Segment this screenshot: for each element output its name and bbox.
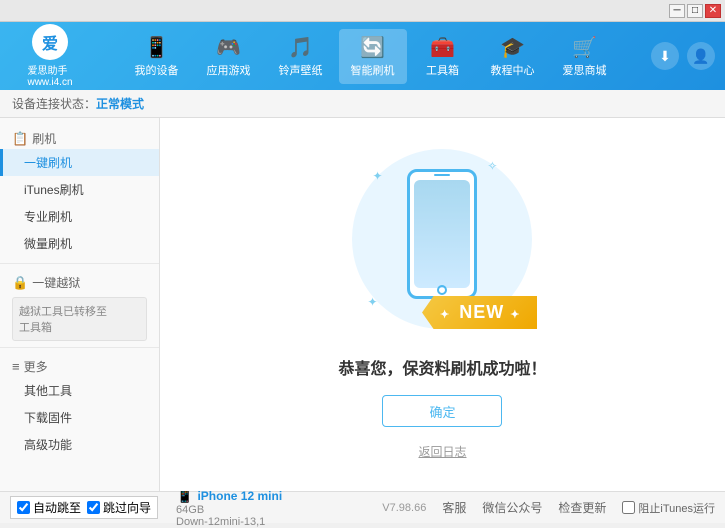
download-button[interactable]: ⬇ [651,42,679,70]
confirm-button[interactable]: 确定 [382,395,502,427]
success-text: 恭喜您，保资料刷机成功啦！ [338,355,546,379]
tutorial-icon: 🎓 [500,35,525,60]
sidebar-item-pro-flash[interactable]: 专业刷机 [0,203,159,230]
title-bar: ─ □ ✕ [0,0,725,22]
bottom-left: 自动跳至 跳过向导 📱 iPhone 12 mini 64GB Down-12m… [10,487,382,528]
flash-section-icon: 📋 [12,131,28,147]
apps-games-icon: 🎮 [216,35,241,60]
logo-text: 爱思助手 www.i4.cn [27,62,72,88]
phone-device [407,169,477,299]
more-section-icon: ≡ [12,359,20,374]
wechat-link[interactable]: 微信公众号 [482,499,542,516]
device-model: Down-12mini-13,1 [176,516,282,528]
content-area: ✦ ✧ ✦ ✧ ✦ NEW ✦ 恭喜您，保资料刷机成功啦 [160,118,725,491]
phone-screen [414,180,470,288]
sidebar-item-download-firmware[interactable]: 下载固件 [0,404,159,431]
nav-smart-flash[interactable]: 🔄 智能刷机 [339,29,407,84]
ringtones-icon: 🎵 [288,35,313,60]
customer-service-link[interactable]: 客服 [442,499,466,516]
nav-items: 📱 我的设备 🎮 应用游戏 🎵 铃声壁纸 🔄 智能刷机 🧰 工具箱 🎓 教程中心… [90,29,651,84]
sidebar-section-more: ≡ 更多 [0,354,159,377]
auto-jump-checkbox[interactable]: 自动跳至 [17,499,81,516]
lock-icon: 🔒 [12,275,28,291]
bottom-right: V7.98.66 客服 微信公众号 检查更新 阻止iTunes运行 [382,499,715,516]
divider-2 [0,347,159,348]
nav-apps-games[interactable]: 🎮 应用游戏 [195,29,263,84]
device-storage: 64GB [176,504,282,516]
success-panel: ✦ ✧ ✦ ✧ ✦ NEW ✦ 恭喜您，保资料刷机成功啦 [338,149,546,460]
back-link[interactable]: 返回日志 [418,443,466,460]
sidebar-item-advanced[interactable]: 高级功能 [0,431,159,458]
sparkle-2: ✧ [487,159,497,173]
top-nav: 爱 爱思助手 www.i4.cn 📱 我的设备 🎮 应用游戏 🎵 铃声壁纸 🔄 … [0,22,725,90]
new-banner: ✦ NEW ✦ [422,296,537,329]
main-area: 📋 刷机 一键刷机 iTunes刷机 专业刷机 微量刷机 🔒 一键越狱 越狱工具… [0,118,725,491]
phone-body [407,169,477,299]
auto-jump-input[interactable] [17,501,30,514]
sparkle-3: ✦ [367,295,377,309]
bottom-bar: 自动跳至 跳过向导 📱 iPhone 12 mini 64GB Down-12m… [0,491,725,523]
device-info: 📱 iPhone 12 mini 64GB Down-12mini-13,1 [176,487,282,528]
ringtones-label: 铃声壁纸 [279,62,323,78]
phone-home-button [437,285,447,295]
itunes-stop-checkbox[interactable] [622,501,635,514]
skip-wizard-checkbox[interactable]: 跳过向导 [87,499,151,516]
nav-store[interactable]: 🛒 爱思商城 [551,29,619,84]
sidebar-section-flash: 📋 刷机 [0,126,159,149]
phone-illustration: ✦ ✧ ✦ ✧ ✦ NEW ✦ [352,149,532,339]
nav-toolbox[interactable]: 🧰 工具箱 [411,29,475,84]
toolbox-label: 工具箱 [426,62,459,78]
apps-games-label: 应用游戏 [207,62,251,78]
status-bar: 设备连接状态： 正常模式 [0,90,725,118]
store-icon: 🛒 [572,35,597,60]
sidebar: 📋 刷机 一键刷机 iTunes刷机 专业刷机 微量刷机 🔒 一键越狱 越狱工具… [0,118,160,491]
nav-right: ⬇ 👤 [651,42,715,70]
sidebar-item-micro-flash[interactable]: 微量刷机 [0,230,159,257]
sparkle-1: ✦ [372,169,382,183]
jailbreak-notice: 越狱工具已转移至工具箱 [12,297,147,341]
close-button[interactable]: ✕ [705,4,721,18]
status-label: 设备连接状态： [12,95,96,112]
my-device-icon: 📱 [144,35,169,60]
nav-my-device[interactable]: 📱 我的设备 [123,29,191,84]
logo-area: 爱 爱思助手 www.i4.cn [10,24,90,88]
my-device-label: 我的设备 [135,62,179,78]
sidebar-item-itunes-flash[interactable]: iTunes刷机 [0,176,159,203]
tutorial-label: 教程中心 [491,62,535,78]
logo-icon: 爱 [32,24,68,60]
divider-1 [0,263,159,264]
itunes-stop-label[interactable]: 阻止iTunes运行 [622,500,715,516]
checkbox-group: 自动跳至 跳过向导 [10,496,158,519]
sidebar-section-jailbreak: 🔒 一键越狱 [0,270,159,293]
user-button[interactable]: 👤 [687,42,715,70]
check-update-link[interactable]: 检查更新 [558,499,606,516]
maximize-button[interactable]: □ [687,4,703,18]
sidebar-item-other-tools[interactable]: 其他工具 [0,377,159,404]
status-value: 正常模式 [96,95,144,112]
version-text: V7.98.66 [382,502,426,514]
smart-flash-label: 智能刷机 [351,62,395,78]
nav-tutorial[interactable]: 🎓 教程中心 [479,29,547,84]
phone-speaker [434,174,450,176]
minimize-button[interactable]: ─ [669,4,685,18]
smart-flash-icon: 🔄 [360,35,385,60]
new-stars-right: ✦ [510,309,520,321]
store-label: 爱思商城 [563,62,607,78]
nav-ringtones[interactable]: 🎵 铃声壁纸 [267,29,335,84]
new-stars: ✦ [440,309,450,321]
skip-wizard-input[interactable] [87,501,100,514]
toolbox-icon: 🧰 [430,35,455,60]
sidebar-item-one-key-flash[interactable]: 一键刷机 [0,149,159,176]
